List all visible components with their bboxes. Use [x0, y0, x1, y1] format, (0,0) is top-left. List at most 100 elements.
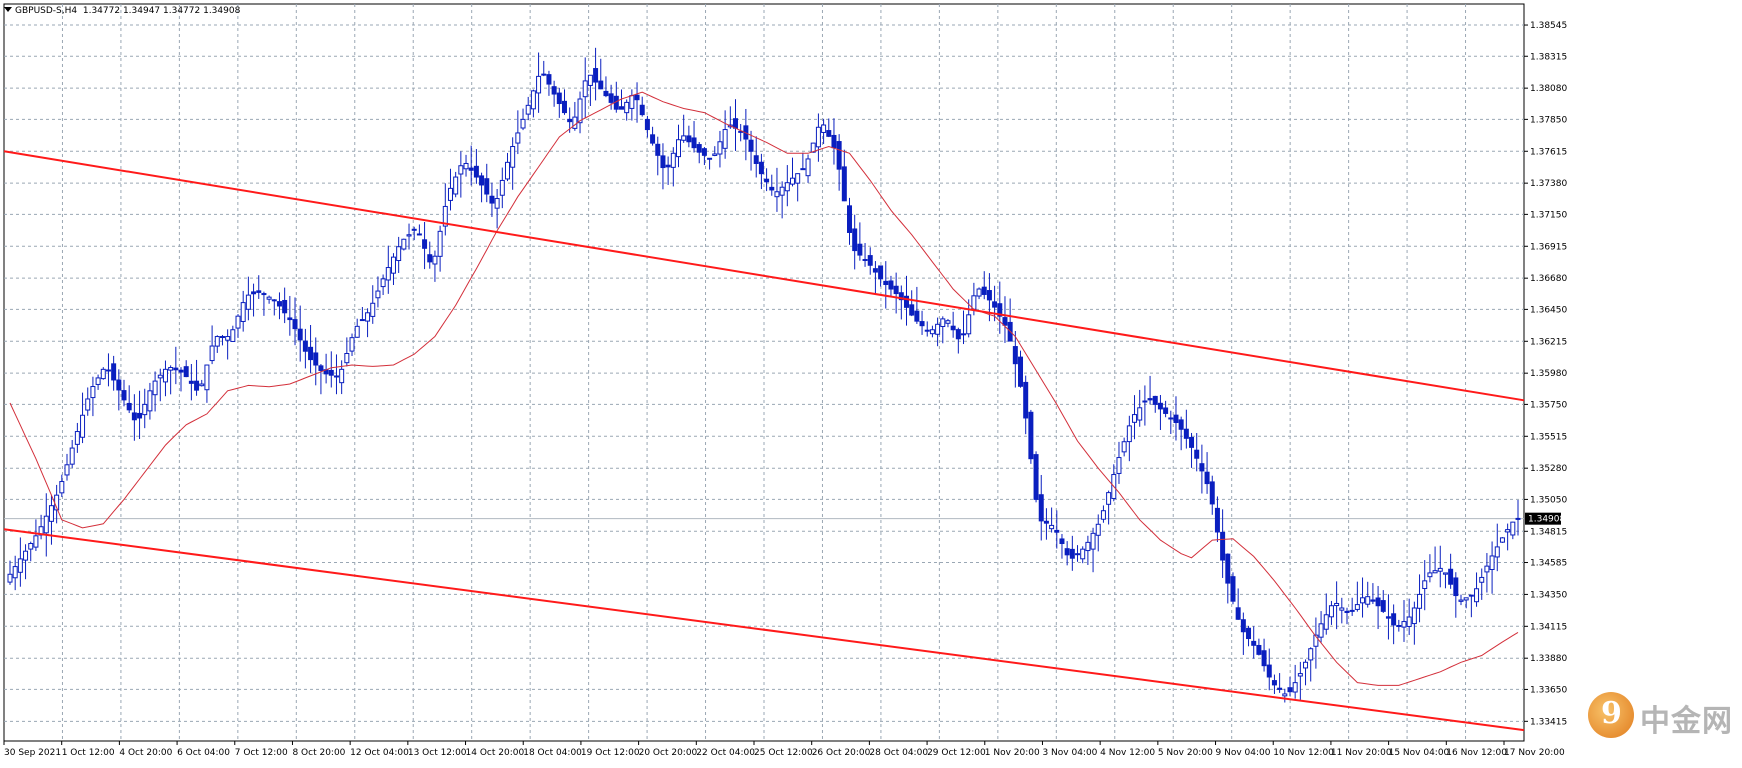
candle-body-bull	[59, 481, 65, 494]
candle-body-bear	[1385, 616, 1391, 619]
candle-body-bear	[660, 155, 666, 169]
candle-body-bull	[1411, 607, 1417, 625]
candle-body-bear	[1023, 381, 1029, 419]
candle-body-bear	[173, 367, 179, 371]
candle-body-bull	[458, 165, 464, 175]
candle-body-bull	[945, 320, 951, 324]
candle-body-bull	[629, 95, 635, 109]
candle-body-bull	[1075, 553, 1081, 556]
y-tick-label: 1.38315	[1530, 52, 1567, 62]
candle-body-bull	[1049, 524, 1055, 530]
candle-body-bull	[168, 367, 174, 371]
candle-body-bull	[365, 312, 371, 322]
candle-body-bull	[1282, 693, 1288, 697]
candle-body-bull	[1354, 604, 1360, 610]
y-tick-label: 1.33415	[1530, 717, 1567, 727]
candle-body-bear	[479, 175, 485, 186]
x-tick-label: 11 Nov 20:00	[1331, 748, 1392, 758]
candle-body-bull	[261, 293, 267, 296]
candle-body-bull	[1484, 565, 1490, 573]
x-tick-label: 9 Nov 04:00	[1216, 748, 1271, 758]
candle-body-bear	[1235, 607, 1241, 620]
candle-body-bull	[80, 414, 86, 438]
candle-body-bull	[100, 368, 106, 380]
candle-body-bear	[872, 268, 878, 273]
candle-body-bull	[722, 129, 728, 149]
y-tick-label: 1.34350	[1530, 590, 1567, 600]
candle-body-bull	[235, 315, 241, 329]
candle-body-bull	[1085, 541, 1091, 552]
y-tick-label: 1.35750	[1530, 400, 1567, 410]
candle-body-bull	[924, 329, 930, 332]
candle-body-bull	[349, 337, 355, 352]
y-tick-label: 1.37150	[1530, 210, 1567, 220]
candle-body-bear	[878, 265, 884, 280]
candle-body-bull	[494, 198, 500, 209]
candle-body-bull	[1401, 621, 1407, 628]
candle-body-bull	[1100, 510, 1106, 520]
candle-body-bull	[515, 132, 521, 144]
candle-body-bear	[473, 165, 479, 178]
candle-body-bull	[1427, 572, 1433, 578]
candle-body-bear	[1448, 568, 1454, 585]
candle-body-bear	[707, 157, 713, 160]
candle-body-bear	[1064, 548, 1070, 556]
candle-body-bear	[1453, 577, 1459, 597]
candle-body-bull	[1303, 661, 1309, 669]
y-tick-label: 1.37850	[1530, 115, 1567, 125]
x-tick-label: 5 Nov 20:00	[1158, 748, 1213, 758]
watermark-text: 中金网	[1640, 704, 1733, 739]
candle-body-bull	[1479, 576, 1485, 583]
candle-body-bear	[634, 94, 640, 101]
y-tick-label: 1.33880	[1530, 654, 1567, 664]
candle-body-bear	[188, 380, 194, 384]
candle-body-bear	[422, 239, 428, 249]
candle-body-bear	[1147, 398, 1153, 401]
chevron-down-icon[interactable]	[4, 7, 12, 12]
candle-body-bull	[370, 302, 376, 317]
candle-body-bull	[1126, 425, 1132, 443]
candle-body-bull	[1505, 529, 1511, 533]
candle-body-bull	[1168, 417, 1174, 420]
candle-body-bull	[209, 345, 215, 362]
candle-body-bull	[712, 153, 718, 156]
candle-body-bear	[1214, 507, 1220, 533]
candle-body-bear	[121, 390, 127, 401]
candle-body-bull	[17, 558, 23, 573]
candle-body-bear	[1069, 548, 1075, 559]
candle-body-bear	[1349, 609, 1355, 612]
candle-body-bull	[774, 191, 780, 198]
candle-body-bull	[1106, 492, 1112, 505]
candle-body-bull	[805, 158, 811, 177]
x-tick-label: 25 Oct 12:00	[754, 748, 813, 758]
x-tick-label: 22 Oct 04:00	[696, 748, 755, 758]
y-tick-label: 1.35050	[1530, 495, 1567, 505]
candle-body-bear	[484, 178, 490, 195]
candle-body-bear	[411, 228, 417, 231]
price-chart[interactable]: 1.38545 1.38315 1.38080 1.37850 1.37615 1.373…	[0, 0, 1742, 764]
candle-body-bull	[1142, 400, 1148, 403]
candle-body-bear	[567, 118, 573, 123]
candle-body-bull	[795, 173, 801, 184]
candle-body-bear	[919, 321, 925, 327]
candle-body-bear	[769, 186, 775, 191]
candle-body-bear	[183, 366, 189, 378]
candle-body-bull	[7, 573, 13, 583]
candle-body-bull	[396, 246, 402, 262]
candle-body-bull	[28, 543, 34, 550]
x-tick-label: 16 Nov 12:00	[1446, 748, 1507, 758]
candle-body-bear	[883, 280, 889, 286]
candle-body-bull	[33, 535, 39, 548]
y-tick-label: 1.36215	[1530, 337, 1567, 347]
candle-body-bear	[950, 325, 956, 331]
candle-body-bull	[142, 403, 148, 416]
candle-body-bull	[1080, 548, 1086, 560]
candle-body-bear	[556, 92, 562, 105]
candle-body-bear	[282, 299, 288, 314]
candle-body-bear	[748, 139, 754, 152]
candle-body-bull	[90, 386, 96, 399]
logo-icon: 9	[1588, 692, 1634, 738]
chart-canvas[interactable]: 1.38545 1.38315 1.38080 1.37850 1.37615 1.373…	[0, 0, 1742, 764]
candle-body-bear	[468, 167, 474, 171]
y-tick-label: 1.34585	[1530, 559, 1567, 569]
